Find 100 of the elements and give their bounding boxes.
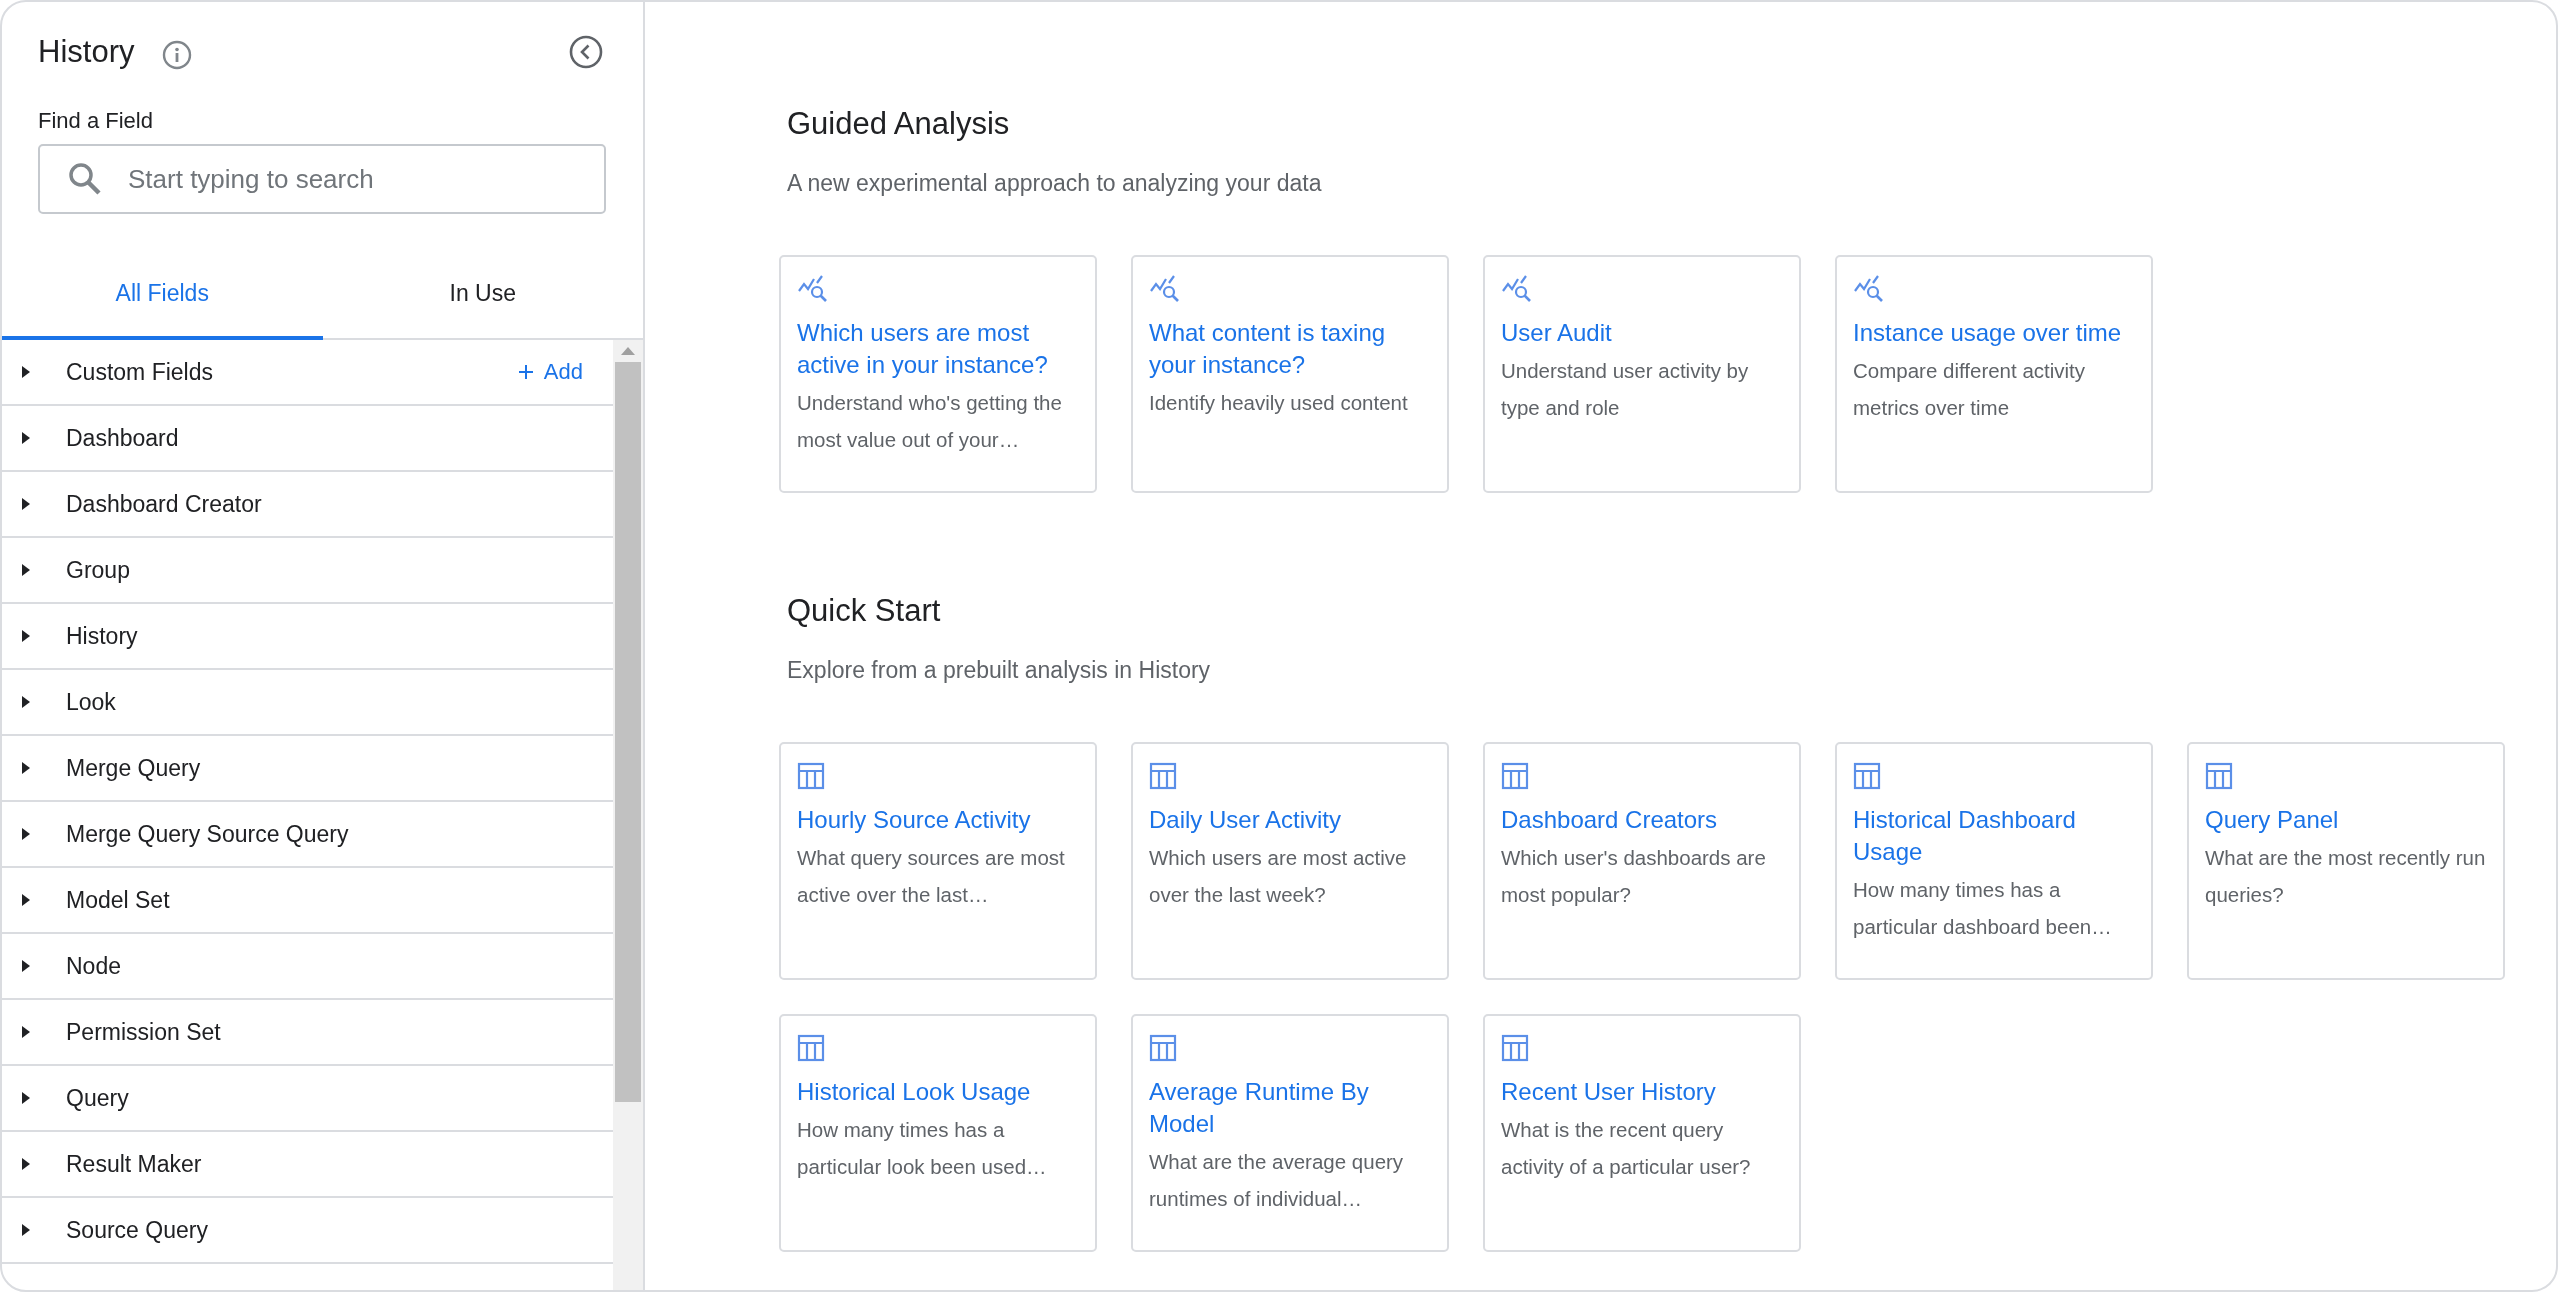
caret-icon[interactable]	[20, 563, 32, 577]
card-description: What is the recent query activity of a particular user?	[1501, 1117, 1752, 1180]
card-description: What are the most recently run queries?	[2205, 845, 2487, 908]
card-title: Average Runtime By Model	[1149, 1077, 1370, 1139]
card-description: How many times has a particular look been used…	[797, 1117, 1048, 1180]
card-description: How many times has a particular dashboard been…	[1853, 877, 2113, 940]
card-description: Compare different activity metrics over time	[1853, 358, 2087, 421]
card-title: Query Panel	[2205, 805, 2340, 835]
field-group-label: Merge Query	[66, 754, 201, 782]
section-title: Guided Analysis	[787, 106, 1011, 142]
field-group-label: Look	[66, 688, 116, 716]
field-group-row[interactable]: Source Query	[2, 1198, 613, 1264]
field-group-label: Source Query	[66, 1216, 208, 1244]
field-group-label: Dashboard	[66, 424, 179, 452]
scrollbar-thumb[interactable]	[615, 362, 641, 1102]
field-group-row[interactable]: Result Maker	[2, 1132, 613, 1198]
card-description: Understand who's getting the most value out of your…	[797, 390, 1063, 453]
analysis-card[interactable]: Historical Dashboard Usage How many times has a particular dashboard been…	[1835, 742, 2153, 980]
card-description: What are the average query runtimes of individual…	[1149, 1149, 1405, 1212]
field-group-label: Group	[66, 556, 130, 584]
field-group-row[interactable]: Look	[2, 670, 613, 736]
table-icon	[797, 1034, 825, 1062]
card-title: Instance usage over time	[1853, 318, 2123, 348]
analysis-card[interactable]: Recent User History What is the recent query activity of a particular user?	[1483, 1014, 1801, 1252]
collapse-icon[interactable]	[569, 35, 603, 69]
field-group-row[interactable]: Dashboard Creator	[2, 472, 613, 538]
table-icon	[1149, 1034, 1177, 1062]
table-icon	[1501, 762, 1529, 790]
field-label: Find a Field	[38, 108, 154, 134]
card-title: Hourly Source Activity	[797, 805, 1032, 835]
analysis-card[interactable]: Average Runtime By Model What are the average query runtimes of individual…	[1131, 1014, 1449, 1252]
card-title: What content is taxing your instance?	[1149, 318, 1387, 380]
caret-icon[interactable]	[20, 629, 32, 643]
field-group-row[interactable]: Node	[2, 934, 613, 1000]
panel-title: History	[38, 34, 135, 70]
tab[interactable]: In Use	[322, 250, 643, 340]
table-icon	[2205, 762, 2233, 790]
analysis-card[interactable]: Query Panel What are the most recently run queries?	[2187, 742, 2505, 980]
table-icon	[1853, 762, 1881, 790]
caret-icon[interactable]	[20, 365, 32, 379]
field-group-label: Permission Set	[66, 1018, 221, 1046]
caret-icon[interactable]	[20, 1157, 32, 1171]
card-title: Daily User Activity	[1149, 805, 1343, 835]
card-description: What query sources are most active over the last…	[797, 845, 1066, 908]
field-group-row[interactable]: Custom Fields Add	[2, 340, 613, 406]
caret-icon[interactable]	[20, 431, 32, 445]
search-field[interactable]: Start typing to search	[38, 144, 606, 214]
chart-search-icon	[1853, 275, 1885, 303]
card-description: Which users are most active over the last week?	[1149, 845, 1408, 908]
field-group-row[interactable]: Dashboard	[2, 406, 613, 472]
analysis-card[interactable]: Instance usage over time Compare different activity metrics over time	[1835, 255, 2153, 493]
analysis-card[interactable]: Daily User Activity Which users are most active over the last week?	[1131, 742, 1449, 980]
plus-icon	[517, 364, 534, 380]
field-group-label: Result Maker	[66, 1150, 202, 1178]
field-group-row[interactable]: History	[2, 604, 613, 670]
analysis-card[interactable]: What content is taxing your instance? Identify heavily used content	[1131, 255, 1449, 493]
field-group-row[interactable]: Permission Set	[2, 1000, 613, 1066]
caret-icon[interactable]	[20, 1223, 32, 1237]
chart-search-icon	[1149, 275, 1181, 303]
section-title: Quick Start	[787, 593, 942, 629]
card-title: Which users are most active in your instance?	[797, 318, 1049, 380]
table-icon	[1501, 1034, 1529, 1062]
caret-icon[interactable]	[20, 959, 32, 973]
caret-icon[interactable]	[20, 1091, 32, 1105]
tab[interactable]: All Fields	[2, 250, 323, 340]
caret-icon[interactable]	[20, 893, 32, 907]
caret-icon[interactable]	[20, 827, 32, 841]
info-icon[interactable]	[162, 40, 193, 70]
field-group-row[interactable]: Merge Query	[2, 736, 613, 802]
analysis-card[interactable]: User Audit Understand user activity by type and role	[1483, 255, 1801, 493]
field-group-label: History	[66, 622, 138, 650]
section-subtitle: Explore from a prebuilt analysis in History	[787, 657, 1212, 684]
scrollbar[interactable]	[613, 340, 643, 1290]
chart-search-icon	[797, 275, 829, 303]
field-group-label: Dashboard Creator	[66, 490, 262, 518]
field-group-label: Model Set	[66, 886, 170, 914]
card-title: Historical Dashboard Usage	[1853, 805, 2077, 867]
card-description: Which user's dashboards are most popular?	[1501, 845, 1767, 908]
analysis-card[interactable]: Historical Look Usage How many times has a particular look been used…	[779, 1014, 1097, 1252]
caret-icon[interactable]	[20, 497, 32, 511]
card-title: User Audit	[1501, 318, 1613, 348]
field-group-row[interactable]: Group	[2, 538, 613, 604]
caret-icon[interactable]	[20, 695, 32, 709]
card-description: Identify heavily used content	[1149, 390, 1409, 416]
card-title: Historical Look Usage	[797, 1077, 1032, 1107]
table-icon	[797, 762, 825, 790]
field-group-row[interactable]: Query	[2, 1066, 613, 1132]
chart-search-icon	[1501, 275, 1533, 303]
analysis-card[interactable]: Hourly Source Activity What query sources are most active over the last…	[779, 742, 1097, 980]
field-group-row[interactable]: Merge Query Source Query	[2, 802, 613, 868]
table-icon	[1149, 762, 1177, 790]
add-button[interactable]: Add	[513, 355, 587, 389]
field-group-label: Custom Fields	[66, 358, 213, 386]
caret-icon[interactable]	[20, 761, 32, 775]
field-group-label: Merge Query Source Query	[66, 820, 349, 848]
analysis-card[interactable]: Which users are most active in your instance? Understand who's getting the most value out of your…	[779, 255, 1097, 493]
field-group-label: Query	[66, 1084, 129, 1112]
caret-icon[interactable]	[20, 1025, 32, 1039]
analysis-card[interactable]: Dashboard Creators Which user's dashboards are most popular?	[1483, 742, 1801, 980]
field-group-row[interactable]: Model Set	[2, 868, 613, 934]
